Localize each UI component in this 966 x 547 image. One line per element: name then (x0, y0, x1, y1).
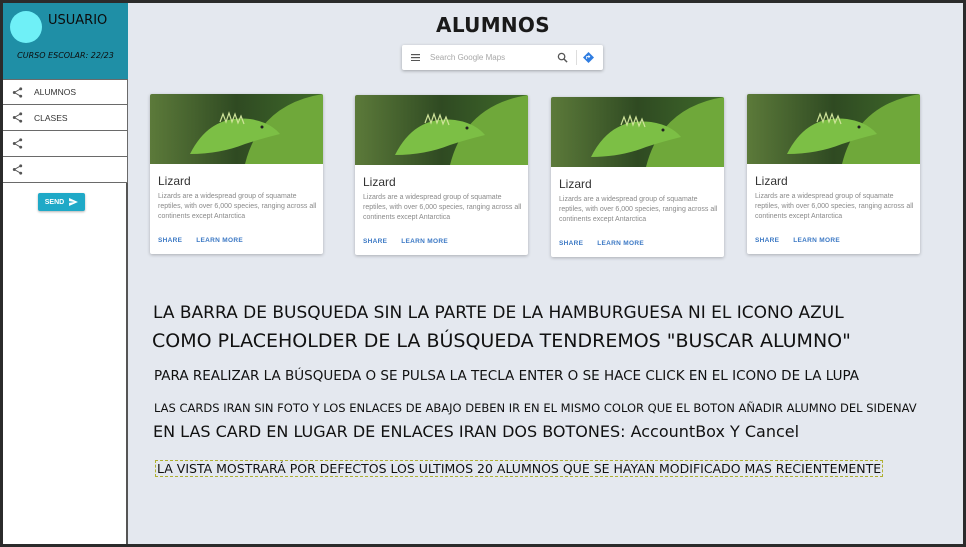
search-bar: Search Google Maps (402, 45, 603, 70)
student-card: Lizard Lizards are a widespread group of… (551, 97, 724, 257)
card-actions: SHARE LEARN MORE (363, 238, 448, 245)
card-title: Lizard (755, 174, 788, 188)
search-icon[interactable] (557, 52, 568, 63)
share-icon (12, 112, 23, 123)
sidenav-header: USUARIO CURSO ESCOLAR: 22/23 (3, 3, 128, 79)
student-card: Lizard Lizards are a widespread group of… (747, 94, 920, 254)
learn-more-link[interactable]: LEARN MORE (793, 237, 840, 244)
lizard-image (747, 94, 920, 164)
user-name: USUARIO (48, 13, 108, 28)
sidebar-item-label: ALUMNOS (34, 87, 77, 97)
share-icon (12, 87, 23, 98)
learn-more-link[interactable]: LEARN MORE (597, 240, 644, 247)
page-title: ALUMNOS (436, 13, 550, 37)
search-input[interactable]: Search Google Maps (430, 53, 505, 62)
sidebar-item-4[interactable] (3, 157, 128, 183)
annotation-note: PARA REALIZAR LA BÚSQUEDA O SE PULSA LA … (154, 368, 859, 384)
card-text: Lizards are a widespread group of squama… (158, 193, 317, 220)
share-link[interactable]: SHARE (559, 240, 583, 247)
annotation-note: LAS CARDS IRAN SIN FOTO Y LOS ENLACES DE… (154, 401, 917, 415)
share-link[interactable]: SHARE (158, 237, 182, 244)
annotation-note: LA VISTA MOSTRARÁ POR DEFECTOS LOS ULTIM… (155, 460, 884, 477)
card-actions: SHARE LEARN MORE (559, 240, 644, 247)
card-title: Lizard (559, 177, 592, 191)
sidenav-list: ALUMNOS CLASES (3, 79, 128, 183)
card-title: Lizard (158, 174, 191, 188)
send-icon (69, 198, 79, 206)
send-button-label: SEND (44, 198, 65, 206)
card-title: Lizard (363, 175, 396, 189)
card-actions: SHARE LEARN MORE (755, 237, 840, 244)
card-actions: SHARE LEARN MORE (158, 237, 243, 244)
student-card: Lizard Lizards are a widespread group of… (355, 95, 528, 255)
directions-icon[interactable] (583, 52, 594, 63)
student-card: Lizard Lizards are a widespread group of… (150, 94, 323, 254)
lizard-image (355, 95, 528, 165)
annotation-note: LA BARRA DE BUSQUEDA SIN LA PARTE DE LA … (153, 303, 844, 323)
share-link[interactable]: SHARE (363, 238, 387, 245)
sidebar-item-3[interactable] (3, 131, 128, 157)
avatar[interactable] (10, 11, 42, 43)
lizard-image (150, 94, 323, 164)
sidebar-item-clases[interactable]: CLASES (3, 105, 128, 131)
card-text: Lizards are a widespread group of squama… (559, 196, 718, 223)
hamburger-menu-icon[interactable] (411, 54, 420, 61)
sidenav: USUARIO CURSO ESCOLAR: 22/23 ALUMNOS CLA… (3, 3, 128, 544)
share-link[interactable]: SHARE (755, 237, 779, 244)
sidebar-item-label: CLASES (34, 112, 68, 123)
sidebar-item-alumnos[interactable]: ALUMNOS (3, 79, 128, 105)
share-icon (12, 164, 23, 175)
learn-more-link[interactable]: LEARN MORE (196, 237, 243, 244)
send-button[interactable]: SEND (38, 193, 85, 211)
card-text: Lizards are a widespread group of squama… (755, 193, 914, 220)
card-text: Lizards are a widespread group of squama… (363, 194, 522, 221)
app-frame: USUARIO CURSO ESCOLAR: 22/23 ALUMNOS CLA… (3, 3, 963, 544)
learn-more-link[interactable]: LEARN MORE (401, 238, 448, 245)
lizard-image (551, 97, 724, 167)
school-year: CURSO ESCOLAR: 22/23 (17, 51, 114, 60)
annotation-note: EN LAS CARD EN LUGAR DE ENLACES IRAN DOS… (153, 422, 800, 441)
share-icon (12, 138, 23, 149)
search-divider (576, 50, 577, 65)
annotation-note: COMO PLACEHOLDER DE LA BÚSQUEDA TENDREMO… (152, 330, 851, 352)
